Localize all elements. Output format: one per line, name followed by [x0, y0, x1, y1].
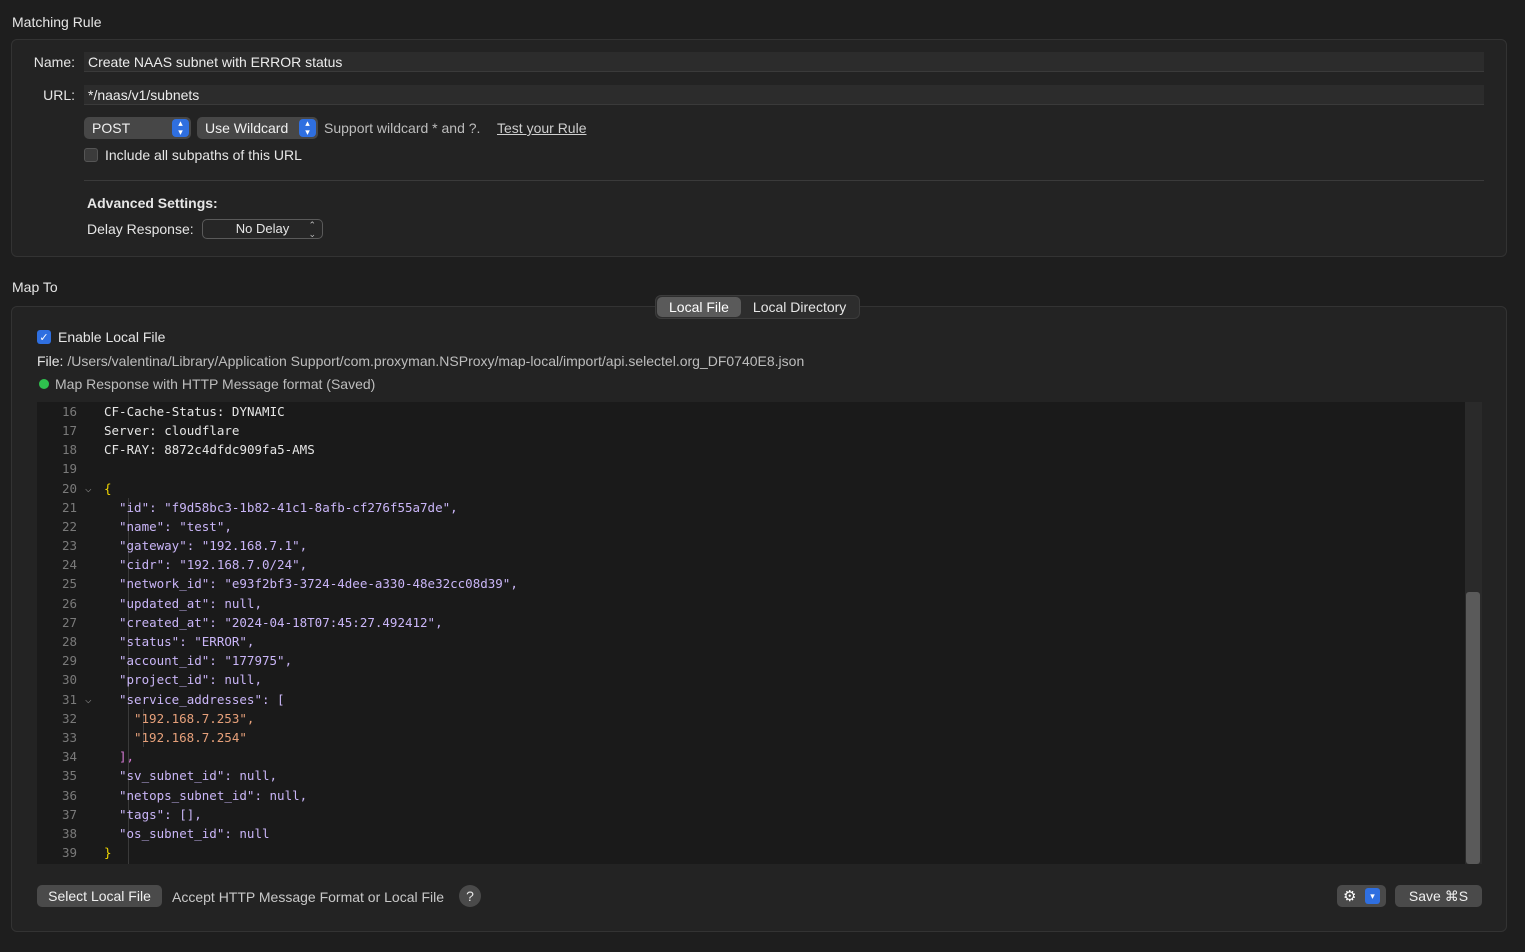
name-label: Name:	[33, 54, 75, 70]
code-line: 20 ⌵{	[61, 479, 112, 498]
name-field[interactable]: Create NAAS subnet with ERROR status	[84, 52, 1484, 72]
editor-scrollbar[interactable]	[1465, 402, 1482, 864]
fold-chevron-icon[interactable]: ⌵	[85, 479, 92, 498]
settings-menu-button[interactable]: ⚙ ▾	[1337, 885, 1386, 907]
code-line: 35 "sv_subnet_id": null,	[61, 768, 278, 783]
code-line: 38 "os_subnet_id": null	[61, 826, 270, 841]
code-line: 39}	[61, 845, 112, 860]
advanced-settings-title: Advanced Settings:	[87, 195, 218, 211]
map-to-tabs: Local File Local Directory	[655, 295, 861, 319]
select-local-file-button[interactable]: Select Local File	[37, 885, 162, 907]
code-line: 21 "id": "f9d58bc3-1b82-41c1-8afb-cf276f5…	[61, 500, 458, 515]
url-label: URL:	[43, 87, 75, 103]
delay-label: Delay Response:	[87, 221, 194, 237]
updown-arrows-icon: ▴ ▾	[299, 119, 316, 137]
method-select[interactable]: POST ▴ ▾	[84, 117, 191, 139]
code-editor[interactable]: 16 CF-Cache-Status: DYNAMIC 17 Server: clo…	[37, 402, 1482, 864]
matching-rule-title: Matching Rule	[12, 14, 102, 30]
file-label: File:	[37, 353, 64, 369]
code-line: 32 "192.168.7.253",	[61, 711, 255, 726]
code-text: CF-RAY: 8872c4dfdc909fa5-AMS	[104, 442, 315, 457]
map-to-title: Map To	[12, 279, 58, 295]
checkmark-icon: ✓	[37, 330, 51, 344]
delay-select[interactable]: No Delay ⌃ ⌄	[202, 219, 323, 239]
enable-local-file-checkbox[interactable]: ✓ Enable Local File	[37, 329, 165, 345]
code-line: 25 "network_id": "e93f2bf3-3724-4dee-a330…	[61, 576, 518, 591]
map-status: Map Response with HTTP Message format (S…	[39, 376, 375, 392]
accept-hint: Accept HTTP Message Format or Local File	[172, 889, 445, 905]
code-line: 31 ⌵ "service_addresses": [	[61, 690, 285, 709]
code-line: 24 "cidr": "192.168.7.0/24",	[61, 557, 308, 572]
help-icon[interactable]: ?	[459, 885, 481, 907]
code-line: 17 Server: cloudflare	[61, 423, 240, 438]
code-line: 27 "created_at": "2024-04-18T07:45:27.492…	[61, 615, 443, 630]
test-rule-link[interactable]: Test your Rule	[497, 120, 586, 136]
match-type-select-label: Use Wildcard	[205, 120, 289, 136]
scrollbar-thumb[interactable]	[1466, 592, 1480, 864]
tab-local-directory[interactable]: Local Directory	[741, 297, 858, 317]
enable-local-file-label: Enable Local File	[58, 329, 166, 345]
status-dot-icon	[39, 379, 49, 389]
code-line: 26 "updated_at": null,	[61, 596, 262, 611]
code-line: 28 "status": "ERROR",	[61, 634, 255, 649]
match-type-select[interactable]: Use Wildcard ▴ ▾	[197, 117, 318, 139]
map-status-text: Map Response with HTTP Message format (S…	[55, 376, 376, 392]
updown-arrows-icon: ▴ ▾	[172, 119, 189, 137]
code-text: CF-Cache-Status: DYNAMIC	[104, 404, 285, 419]
url-field[interactable]: */naas/v1/subnets	[84, 85, 1484, 105]
code-line: 33 "192.168.7.254"	[61, 730, 247, 745]
gear-icon: ⚙	[1343, 888, 1357, 905]
code-line: 30 "project_id": null,	[61, 672, 262, 687]
code-line: 34],	[61, 749, 135, 764]
save-button[interactable]: Save ⌘S	[1395, 885, 1482, 907]
file-path-row: File: /Users/valentina/Library/Applicati…	[37, 353, 804, 369]
code-line: 37 "tags": [],	[61, 807, 202, 822]
code-line: 16 CF-Cache-Status: DYNAMIC	[61, 404, 285, 419]
chevron-down-icon: ▾	[1365, 888, 1380, 904]
divider	[84, 180, 1484, 181]
file-path: /Users/valentina/Library/Application Sup…	[67, 353, 805, 369]
wildcard-hint: Support wildcard * and ?.	[324, 120, 481, 136]
include-subpaths-label: Include all subpaths of this URL	[105, 147, 302, 163]
updown-chevron-icon: ⌃ ⌄	[308, 220, 316, 239]
delay-select-label: No Delay	[235, 221, 290, 236]
code-line: 18 CF-RAY: 8872c4dfdc909fa5-AMS	[61, 442, 315, 457]
code-line: 19	[61, 461, 77, 476]
code-text: Server: cloudflare	[104, 423, 240, 438]
tab-local-file[interactable]: Local File	[657, 297, 741, 317]
code-line: 36 "netops_subnet_id": null,	[61, 788, 308, 803]
code-line: 23 "gateway": "192.168.7.1",	[61, 538, 308, 553]
checkbox-unchecked-icon	[84, 148, 98, 162]
code-line: 22 "name": "test",	[61, 519, 232, 534]
method-select-label: POST	[92, 120, 131, 136]
fold-chevron-icon[interactable]: ⌵	[85, 690, 92, 709]
include-subpaths-checkbox[interactable]: Include all subpaths of this URL	[84, 147, 302, 163]
code-line: 29 "account_id": "177975",	[61, 653, 293, 668]
